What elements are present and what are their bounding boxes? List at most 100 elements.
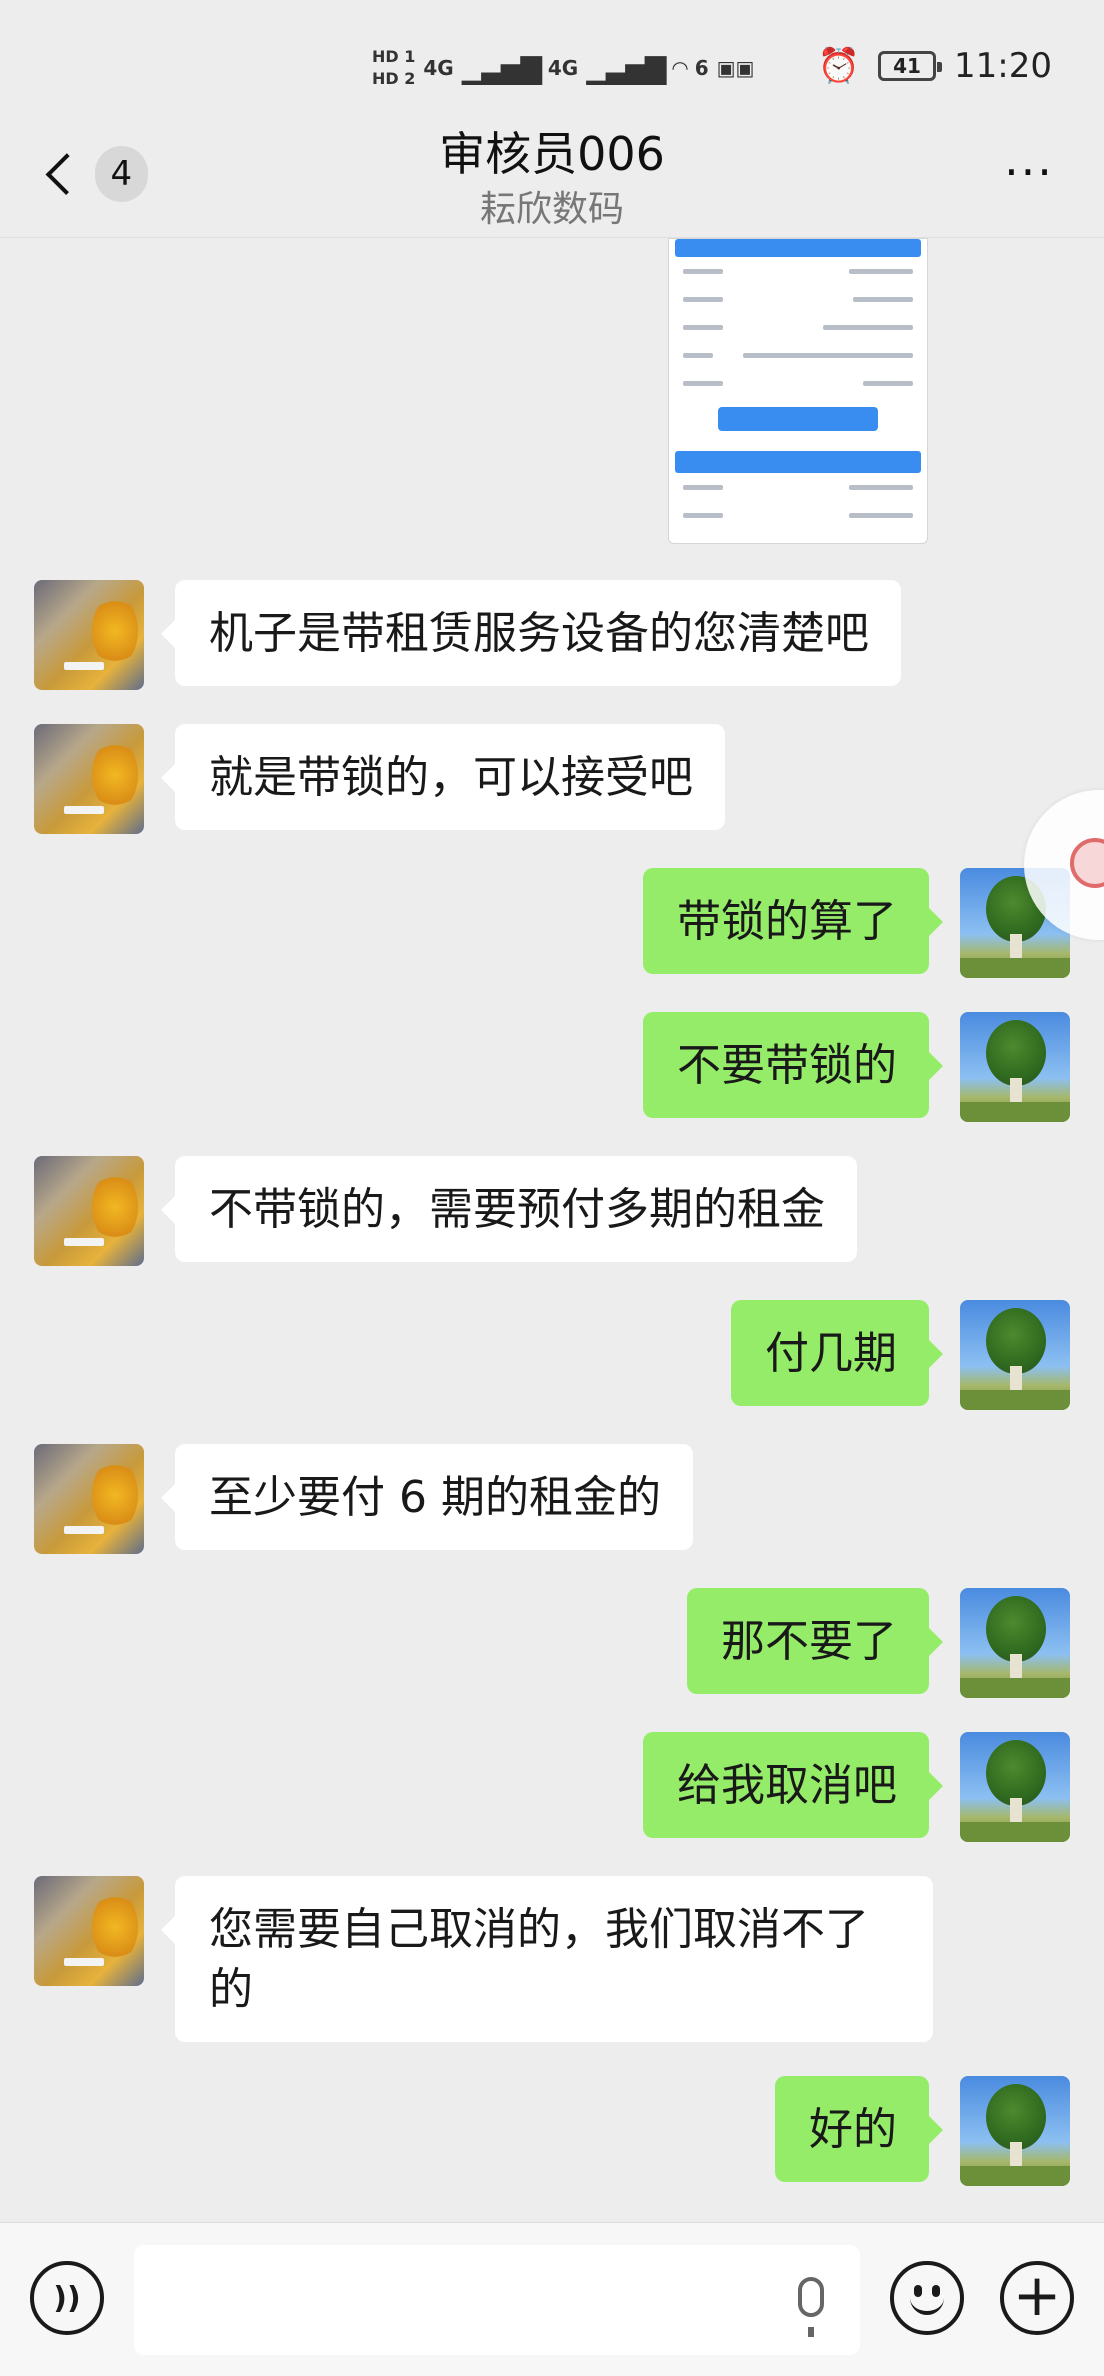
- image-line: [849, 268, 913, 274]
- avatar-art: [986, 1308, 1046, 1374]
- image-line: [743, 352, 913, 358]
- signal-icon-1: ▁▃▅▇: [461, 51, 542, 85]
- network-indicators: HD 1 HD 2 4G ▁▃▅▇ 4G ▁▃▅▇ ◠ 6 ▣▣: [372, 36, 754, 100]
- image-line: [823, 324, 913, 330]
- message-bubble-sent[interactable]: 不要带锁的: [643, 1012, 943, 1118]
- chat-title-area: 审核员006 耘欣数码: [0, 122, 1104, 234]
- contact-avatar[interactable]: [34, 580, 144, 690]
- image-line: [683, 268, 723, 274]
- avatar-art: [64, 806, 104, 814]
- hd-indicator: HD 1 HD 2: [372, 46, 415, 90]
- image-line: [683, 296, 723, 302]
- image-line: [849, 484, 913, 490]
- image-row: [669, 285, 927, 313]
- chat-subtitle: 耘欣数码: [479, 189, 624, 230]
- avatar-art: [1010, 2142, 1022, 2168]
- image-line: [853, 296, 913, 302]
- chat-title: 审核员006: [439, 127, 665, 181]
- emoji-mouth: [910, 2297, 944, 2315]
- image-row: [669, 341, 927, 369]
- message-bubble-received[interactable]: 机子是带租赁服务设备的您清楚吧: [161, 580, 901, 686]
- message-bubble-received[interactable]: 不带锁的，需要预付多期的租金: [161, 1156, 857, 1262]
- contact-avatar[interactable]: [34, 724, 144, 834]
- image-message[interactable]: [668, 238, 928, 544]
- image-line: [683, 324, 723, 330]
- wifi-label: 6: [694, 56, 709, 80]
- notification-icon: ▣▣: [716, 56, 755, 80]
- avatar-art: [1010, 934, 1022, 960]
- image-line: [683, 512, 723, 518]
- voice-icon[interactable]: )): [30, 2261, 104, 2335]
- message-bubble-sent[interactable]: 好的: [775, 2076, 943, 2182]
- image-row: [669, 369, 927, 397]
- image-line: [849, 512, 913, 518]
- emoji-eye: [914, 2285, 922, 2297]
- avatar-art: [1010, 1366, 1022, 1392]
- plus-icon[interactable]: +: [1000, 2261, 1074, 2335]
- microphone-icon[interactable]: [798, 2277, 824, 2337]
- avatar-art: [92, 1172, 138, 1242]
- avatar-art: [1010, 1654, 1022, 1680]
- network-label-1: 4G: [423, 56, 454, 80]
- message-bubble-sent[interactable]: 那不要了: [687, 1588, 943, 1694]
- emoji-eye: [932, 2285, 940, 2297]
- self-avatar[interactable]: [960, 2076, 1070, 2186]
- status-right: ⏰ 41 11:20: [818, 40, 1052, 92]
- network-label-2: 4G: [547, 56, 579, 80]
- avatar-art: [64, 1526, 104, 1534]
- assistant-icon: [1070, 838, 1104, 888]
- message-bubble-received[interactable]: 至少要付 6 期的租金的: [161, 1444, 693, 1550]
- input-bar: )) +: [0, 2222, 1104, 2376]
- avatar-art: [64, 1238, 104, 1246]
- contact-avatar[interactable]: [34, 1156, 144, 1266]
- contact-avatar[interactable]: [34, 1876, 144, 1986]
- avatar-art: [960, 2166, 1070, 2186]
- avatar-art: [960, 958, 1070, 978]
- self-avatar[interactable]: [960, 1300, 1070, 1410]
- avatar-art: [64, 1958, 104, 1966]
- image-line: [683, 484, 723, 490]
- image-row: [669, 313, 927, 341]
- image-button: [718, 407, 878, 431]
- more-dots-icon[interactable]: ···: [994, 149, 1064, 202]
- message-bubble-sent[interactable]: 给我取消吧: [643, 1732, 943, 1838]
- avatar-art: [92, 596, 138, 666]
- avatar-art: [960, 1678, 1070, 1698]
- image-line: [683, 380, 723, 386]
- image-row: [669, 473, 927, 501]
- avatar-art: [960, 1390, 1070, 1410]
- signal-icon-2: ▁▃▅▇: [586, 51, 666, 85]
- status-bar: HD 1 HD 2 4G ▁▃▅▇ 4G ▁▃▅▇ ◠ 6 ▣▣ ⏰ 41 11…: [0, 0, 1104, 124]
- avatar-art: [960, 1822, 1070, 1842]
- message-bubble-sent[interactable]: 付几期: [731, 1300, 943, 1406]
- battery-icon: 41: [878, 51, 943, 81]
- message-bubble-received[interactable]: 您需要自己取消的，我们取消不了 的: [161, 1876, 933, 2042]
- hd2-label: HD 2: [372, 69, 416, 88]
- avatar-art: [1010, 1078, 1022, 1104]
- clock: 11:20: [954, 46, 1052, 86]
- image-header-bar: [675, 239, 921, 257]
- message-input[interactable]: [134, 2245, 860, 2355]
- avatar-art: [986, 1740, 1046, 1806]
- message-bubble-received[interactable]: 就是带锁的，可以接受吧: [161, 724, 725, 830]
- contact-avatar[interactable]: [34, 1444, 144, 1554]
- avatar-art: [92, 740, 138, 810]
- self-avatar[interactable]: [960, 1012, 1070, 1122]
- self-avatar[interactable]: [960, 1588, 1070, 1698]
- avatar-art: [92, 1460, 138, 1530]
- avatar-art: [986, 2084, 1046, 2150]
- image-section-bar: [675, 451, 921, 473]
- image-row: [669, 257, 927, 285]
- avatar-art: [64, 662, 104, 670]
- avatar-art: [1010, 1798, 1022, 1824]
- avatar-art: [986, 1596, 1046, 1662]
- self-avatar[interactable]: [960, 1732, 1070, 1842]
- avatar-art: [92, 1892, 138, 1962]
- image-line: [863, 380, 913, 386]
- emoji-icon[interactable]: [890, 2261, 964, 2335]
- wifi-icon: ◠ 6: [672, 56, 709, 80]
- alarm-icon: ⏰: [817, 46, 861, 86]
- chat-header: 4 审核员006 耘欣数码 ···: [0, 112, 1104, 238]
- avatar-art: [960, 1102, 1070, 1122]
- message-bubble-sent[interactable]: 带锁的算了: [643, 868, 943, 974]
